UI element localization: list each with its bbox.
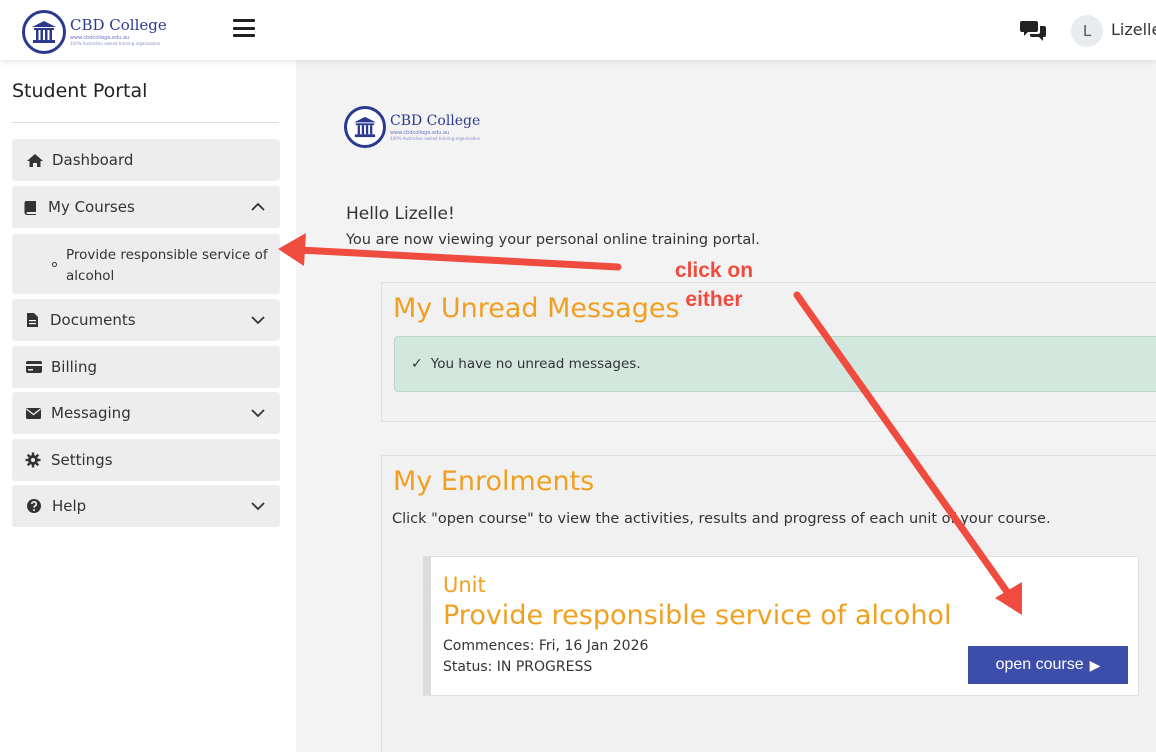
sidebar-divider bbox=[12, 122, 279, 123]
envelope-icon bbox=[25, 405, 45, 421]
sidebar-item-label: Settings bbox=[51, 451, 113, 469]
no-messages-alert: ✓ You have no unread messages. bbox=[394, 336, 1156, 392]
play-icon: ▶ bbox=[1089, 656, 1101, 673]
logo-name: CBD College bbox=[70, 15, 167, 34]
unit-status: Status: IN PROGRESS bbox=[443, 659, 593, 675]
unit-name: Provide responsible service of alcohol bbox=[443, 600, 952, 631]
college-logo[interactable]: CBD College www.cbdcollege.edu.au 100% A… bbox=[22, 8, 222, 55]
sidebar-item-settings[interactable]: Settings bbox=[12, 439, 280, 481]
user-name[interactable]: Lizelle bbox=[1111, 20, 1156, 39]
user-avatar[interactable]: L bbox=[1071, 15, 1103, 47]
sidebar-item-label: My Courses bbox=[48, 198, 135, 216]
college-seal-icon bbox=[344, 106, 386, 148]
logo-tagline: 100% Australian owned training organisat… bbox=[70, 40, 161, 46]
chevron-up-icon[interactable] bbox=[250, 199, 266, 215]
logo-url: www.cbdcollege.edu.au bbox=[390, 129, 450, 136]
bullet-icon bbox=[52, 262, 57, 267]
open-course-label: open course bbox=[995, 656, 1084, 673]
chevron-down-icon[interactable] bbox=[250, 498, 266, 514]
sidebar-subitem-label: Provide responsible service of alcohol bbox=[66, 247, 268, 284]
top-bar: CBD College www.cbdcollege.edu.au 100% A… bbox=[0, 0, 1156, 60]
open-course-button[interactable]: open course ▶ bbox=[968, 646, 1128, 684]
sidebar-item-documents[interactable]: Documents bbox=[12, 299, 280, 341]
menu-toggle-icon[interactable] bbox=[233, 19, 255, 37]
sidebar-item-dashboard[interactable]: Dashboard bbox=[12, 139, 280, 181]
sidebar-item-label: Documents bbox=[50, 311, 136, 329]
logo-url: www.cbdcollege.edu.au bbox=[70, 34, 130, 41]
logo-name: CBD College bbox=[390, 112, 481, 129]
sidebar-item-my-courses[interactable]: My Courses bbox=[12, 186, 280, 228]
chat-icon[interactable] bbox=[1020, 18, 1048, 42]
question-circle-icon bbox=[26, 498, 46, 514]
gear-icon bbox=[25, 452, 45, 468]
greeting: Hello Lizelle! bbox=[346, 204, 455, 224]
sidebar-item-billing[interactable]: Billing bbox=[12, 346, 280, 388]
sidebar-item-help[interactable]: Help bbox=[12, 485, 280, 527]
book-icon bbox=[24, 199, 42, 215]
annotation-line-2: either bbox=[685, 288, 743, 311]
logo-tagline: 100% Australian owned training organisat… bbox=[390, 135, 481, 141]
credit-card-icon bbox=[25, 359, 45, 375]
enrolments-title: My Enrolments bbox=[393, 466, 595, 497]
alert-text: You have no unread messages. bbox=[430, 356, 641, 372]
sidebar-item-label: Help bbox=[52, 497, 87, 515]
annotation-line-1: click on bbox=[674, 259, 754, 282]
annotation-text: click on either bbox=[660, 256, 768, 314]
file-icon bbox=[26, 312, 44, 328]
greeting-subtitle: You are now viewing your personal online… bbox=[346, 232, 760, 248]
chevron-down-icon[interactable] bbox=[250, 405, 266, 421]
sidebar-title: Student Portal bbox=[12, 80, 148, 102]
enrolments-description: Click "open course" to view the activiti… bbox=[392, 511, 1051, 527]
check-icon: ✓ bbox=[411, 356, 423, 372]
sidebar-subitem-course[interactable]: Provide responsible service of alcohol bbox=[12, 234, 280, 294]
home-icon bbox=[26, 152, 46, 168]
sidebar-item-messaging[interactable]: Messaging bbox=[12, 392, 280, 434]
messages-title: My Unread Messages bbox=[393, 293, 680, 324]
college-seal-icon bbox=[22, 9, 66, 54]
sidebar-item-label: Billing bbox=[51, 358, 97, 376]
unit-commences: Commences: Fri, 16 Jan 2026 bbox=[443, 638, 649, 654]
unit-label: Unit bbox=[443, 573, 486, 597]
sidebar-item-label: Dashboard bbox=[52, 151, 134, 169]
sidebar-item-label: Messaging bbox=[51, 404, 131, 422]
chevron-down-icon[interactable] bbox=[250, 312, 266, 328]
content-logo: CBD College www.cbdcollege.edu.au 100% A… bbox=[344, 103, 494, 151]
